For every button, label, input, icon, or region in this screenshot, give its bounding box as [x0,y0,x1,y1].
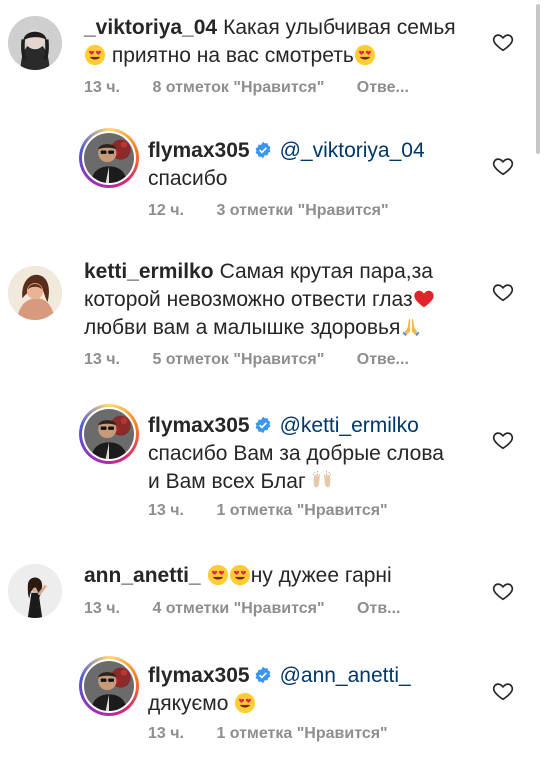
comment-body: ann_anetti_ ну дужее гарні [84,562,504,590]
comment-time: 13 ч. [84,351,120,368]
comment-username[interactable]: flymax305 [148,414,250,437]
comment-text: которой невозможно отвести глаз [84,288,413,311]
comment-meta: 13 ч. 8 отметок "Нравится" Отве... [84,79,437,97]
mention-link[interactable]: @ann_anetti_ [280,664,411,687]
likes-count[interactable]: 5 отметок "Нравится" [152,351,324,368]
verified-badge-icon [254,416,272,434]
likes-count[interactable]: 8 отметок "Нравится" [152,79,324,96]
comment-time: 13 ч. [84,600,120,617]
avatar-image [84,133,134,183]
likes-count[interactable]: 1 отметка "Нравится" [216,502,387,519]
comment-time: 13 ч. [84,79,120,96]
comment-text: Самая крутая пара,за [219,260,433,283]
raising-hands-emoji-icon [311,470,333,492]
comment-meta: 12 ч. 3 отметки "Нравится" [148,202,417,220]
comment-username[interactable]: ann_anetti_ [84,564,201,587]
reply-body: flymax305 @ann_anetti_ дякуємо [148,662,518,718]
comment-text: Какая улыбчивая семья [223,16,456,39]
comment-body: ketti_ermilko Самая крутая пара,за которо… [84,258,524,342]
reply-body: flymax305 @ketti_ermilko спасибо Вам за д… [148,412,518,496]
heart-eyes-emoji-icon [234,692,256,714]
avatar-image [84,409,134,459]
reply-button[interactable]: Отв... [357,600,400,617]
reply-button[interactable]: Отве... [357,351,409,368]
comment-username[interactable]: _viktoriya_04 [84,16,217,39]
comment-username[interactable]: ketti_ermilko [84,260,214,283]
avatar[interactable] [79,128,139,188]
heart-outline-icon[interactable] [492,680,514,702]
avatar[interactable] [8,266,62,320]
heart-outline-icon[interactable] [492,429,514,451]
comment-time: 13 ч. [148,725,184,742]
verified-badge-icon [254,141,272,159]
mention-link[interactable]: @ketti_ermilko [280,414,419,437]
comment-meta: 13 ч. 5 отметок "Нравится" Отве... [84,351,437,369]
comment-username[interactable]: flymax305 [148,139,250,162]
verified-badge-icon [254,666,272,684]
comment-text: и Вам всех Благ [148,470,306,493]
heart-outline-icon[interactable] [492,281,514,303]
comment-meta: 13 ч. 1 отметка "Нравится" [148,725,416,743]
heart-outline-icon[interactable] [492,155,514,177]
comment-username[interactable]: flymax305 [148,664,250,687]
comment-time: 12 ч. [148,202,184,219]
reply-button[interactable]: Отве... [357,79,409,96]
avatar[interactable] [8,564,62,618]
red-heart-emoji-icon [413,288,435,310]
heart-outline-icon[interactable] [492,31,514,53]
comment-time: 13 ч. [148,502,184,519]
heart-eyes-emoji-icon [84,44,106,66]
heart-outline-icon[interactable] [492,580,514,602]
comment-text: ну дужее гарні [250,564,392,587]
mention-link[interactable]: @_viktoriya_04 [280,139,425,162]
comment-text: любви вам а малышке здоровья [84,316,401,339]
reply-body: flymax305 @_viktoriya_04 спасибо [148,137,508,193]
comment-text: спасибо Вам за добрые слова [148,442,444,465]
praying-hands-emoji-icon [400,316,422,338]
heart-eyes-emoji-icon [354,44,376,66]
comment-meta: 13 ч. 4 отметки "Нравится" Отв... [84,600,428,618]
avatar[interactable] [79,404,139,464]
comment-text: дякуємо [148,692,229,715]
likes-count[interactable]: 3 отметки "Нравится" [216,202,388,219]
avatar[interactable] [79,656,139,716]
comment-text: спасибо [148,167,228,190]
comment-body: _viktoriya_04 Какая улыбчивая семья прият… [84,14,494,70]
likes-count[interactable]: 1 отметка "Нравится" [216,725,387,742]
likes-count[interactable]: 4 отметки "Нравится" [152,600,324,617]
comment-text: приятно на вас смотреть [111,44,354,67]
scrollbar[interactable] [536,4,540,154]
comment-meta: 13 ч. 1 отметка "Нравится" [148,502,416,520]
avatar[interactable] [8,16,62,70]
avatar-image [84,661,134,711]
heart-eyes-emoji-icon [229,564,251,586]
heart-eyes-emoji-icon [207,564,229,586]
